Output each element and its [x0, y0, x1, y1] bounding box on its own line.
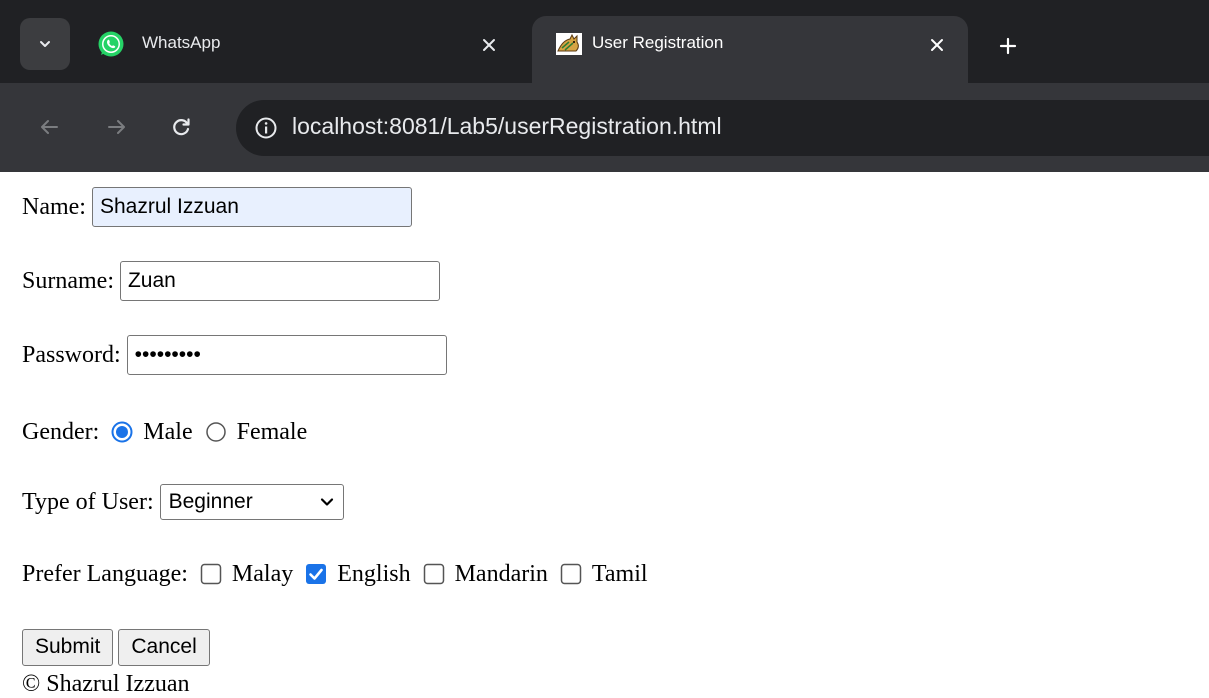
tamil-checkbox[interactable]	[560, 563, 582, 585]
gender-row: Gender: Male Female	[22, 412, 307, 452]
mandarin-label: Mandarin	[454, 561, 548, 587]
password-mask: •••••••••	[134, 343, 201, 366]
browser-toolbar: localhost:8081/Lab5/userRegistration.htm…	[0, 83, 1209, 172]
password-input[interactable]: •••••••••	[126, 335, 447, 375]
english-label: English	[337, 561, 411, 587]
url-text: localhost:8081/Lab5/userRegistration.htm…	[292, 113, 722, 139]
whatsapp-icon	[98, 31, 124, 57]
user-type-row: Type of User: Beginner	[22, 482, 344, 522]
tamil-label: Tamil	[591, 561, 648, 587]
plus-icon	[999, 37, 1017, 55]
close-icon[interactable]	[925, 33, 949, 57]
button-row: Submit Cancel	[22, 627, 215, 667]
surname-row: Surname: Zuan	[22, 261, 440, 301]
reload-button[interactable]	[166, 112, 196, 142]
forward-button[interactable]	[102, 112, 132, 142]
male-radio[interactable]	[111, 421, 133, 443]
tab-search-button[interactable]	[20, 18, 70, 70]
name-value: Shazrul Izzuan	[99, 195, 239, 218]
back-button[interactable]	[34, 112, 64, 142]
user-type-select[interactable]: Beginner	[159, 484, 344, 520]
tab-title: User Registration	[592, 33, 724, 52]
tab-whatsapp[interactable]: WhatsApp	[80, 16, 520, 83]
gender-label: Gender:	[22, 419, 100, 445]
mandarin-checkbox[interactable]	[423, 563, 445, 585]
female-radio[interactable]	[205, 421, 227, 443]
female-label: Female	[236, 419, 308, 445]
surname-input[interactable]: Zuan	[119, 261, 440, 301]
password-row: Password: •••••••••	[22, 335, 447, 375]
language-label: Prefer Language:	[22, 561, 188, 587]
password-label: Password:	[22, 342, 121, 368]
english-checkbox[interactable]	[305, 563, 327, 585]
chevron-down-icon	[320, 498, 333, 506]
male-label: Male	[143, 419, 193, 445]
malay-checkbox[interactable]	[200, 563, 222, 585]
forward-arrow-icon	[108, 120, 125, 134]
reload-icon	[173, 118, 190, 136]
chevron-down-icon	[40, 41, 50, 47]
copyright-footer: © Shazrul Izzuan	[22, 671, 190, 697]
user-type-value: Beginner	[168, 490, 253, 513]
user-type-label: Type of User:	[22, 489, 154, 515]
address-bar[interactable]: localhost:8081/Lab5/userRegistration.htm…	[236, 100, 1209, 156]
language-row: Prefer Language: Malay English Mandarin …	[22, 554, 648, 594]
tab-user-registration[interactable]: User Registration	[532, 16, 968, 83]
new-tab-button[interactable]	[994, 32, 1022, 60]
tomcat-icon	[556, 33, 582, 55]
surname-value: Zuan	[127, 269, 176, 292]
name-label: Name:	[22, 194, 86, 220]
registration-page: Name: Shazrul Izzuan Surname: Zuan Passw…	[0, 172, 1209, 698]
malay-label: Malay	[231, 561, 294, 587]
site-info-icon[interactable]	[252, 114, 280, 142]
cancel-button[interactable]: Cancel	[118, 628, 210, 666]
name-input[interactable]: Shazrul Izzuan	[91, 187, 412, 227]
close-icon[interactable]	[477, 33, 501, 57]
surname-label: Surname:	[22, 268, 114, 294]
back-arrow-icon	[41, 120, 58, 134]
submit-button[interactable]: Submit	[22, 628, 114, 666]
name-row: Name: Shazrul Izzuan	[22, 187, 412, 227]
tab-strip: WhatsApp User Registration	[0, 0, 1209, 83]
tab-title: WhatsApp	[142, 33, 221, 52]
